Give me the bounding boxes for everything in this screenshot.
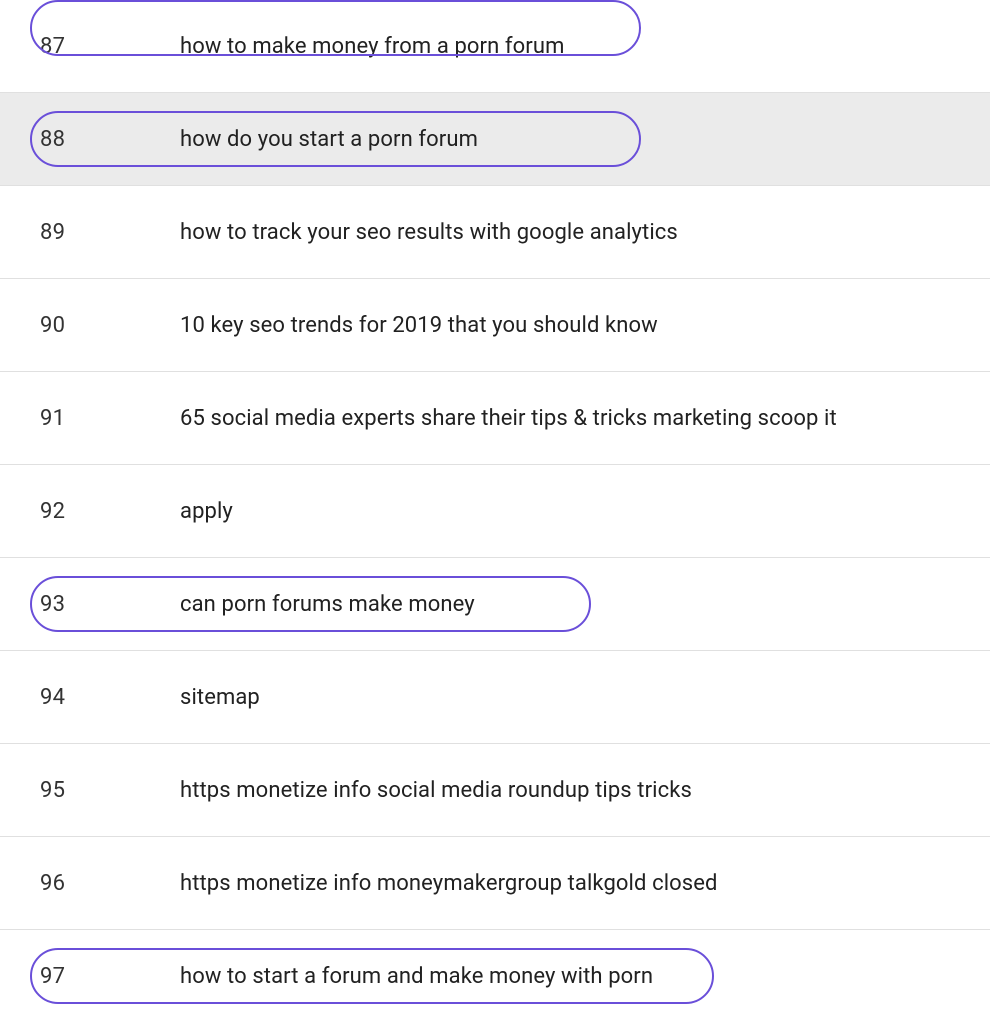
row-text: can porn forums make money <box>180 592 475 617</box>
table-row[interactable]: 94 sitemap <box>0 651 990 744</box>
row-text: apply <box>180 499 233 524</box>
table-row[interactable]: 87 how to make money from a porn forum <box>0 0 990 93</box>
table-row[interactable]: 95 https monetize info social media roun… <box>0 744 990 837</box>
row-number: 89 <box>40 220 180 245</box>
row-text: 10 key seo trends for 2019 that you shou… <box>180 313 658 338</box>
row-text: https monetize info moneymakergroup talk… <box>180 871 718 896</box>
row-text: 65 social media experts share their tips… <box>180 406 837 431</box>
row-number: 92 <box>40 499 180 524</box>
row-number: 94 <box>40 685 180 710</box>
results-list: 87 how to make money from a porn forum 8… <box>0 0 990 1023</box>
table-row[interactable]: 92 apply <box>0 465 990 558</box>
row-text: how do you start a porn forum <box>180 127 478 152</box>
row-number: 91 <box>40 406 180 431</box>
row-number: 87 <box>40 34 180 59</box>
row-number: 95 <box>40 778 180 803</box>
row-text: how to start a forum and make money with… <box>180 964 653 989</box>
table-row[interactable]: 90 10 key seo trends for 2019 that you s… <box>0 279 990 372</box>
table-row[interactable]: 97 how to start a forum and make money w… <box>0 930 990 1023</box>
row-number: 97 <box>40 964 180 989</box>
row-number: 96 <box>40 871 180 896</box>
table-row[interactable]: 96 https monetize info moneymakergroup t… <box>0 837 990 930</box>
row-text: how to make money from a porn forum <box>180 34 564 59</box>
table-row[interactable]: 89 how to track your seo results with go… <box>0 186 990 279</box>
row-text: sitemap <box>180 685 260 710</box>
table-row[interactable]: 88 how do you start a porn forum <box>0 93 990 186</box>
table-row[interactable]: 93 can porn forums make money <box>0 558 990 651</box>
row-number: 88 <box>40 127 180 152</box>
row-text: https monetize info social media roundup… <box>180 778 692 803</box>
row-number: 90 <box>40 313 180 338</box>
row-text: how to track your seo results with googl… <box>180 220 678 245</box>
table-row[interactable]: 91 65 social media experts share their t… <box>0 372 990 465</box>
row-number: 93 <box>40 592 180 617</box>
